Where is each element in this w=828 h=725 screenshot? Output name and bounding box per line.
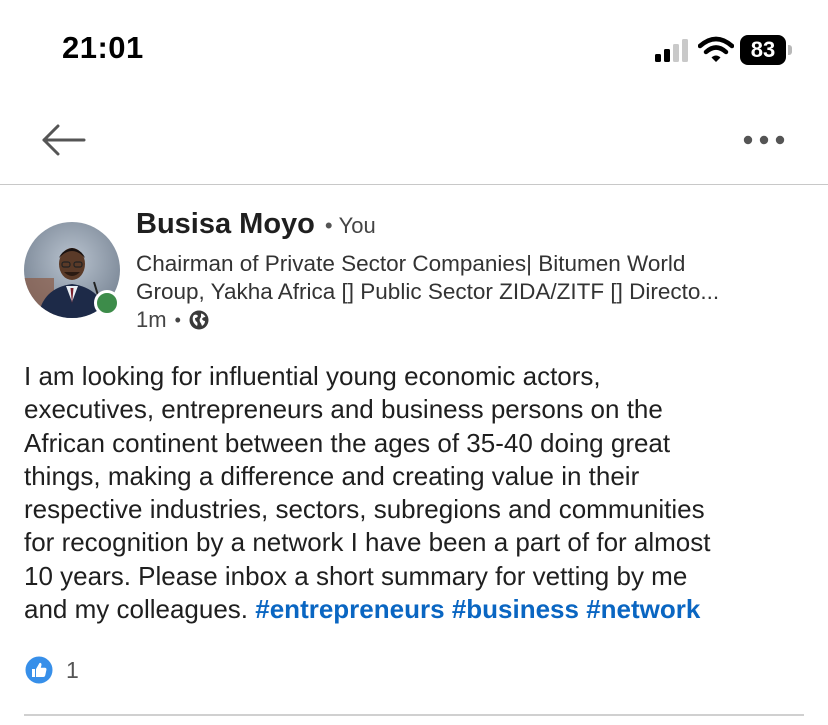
body-line: for recognition by a network I have been… [24, 527, 711, 558]
more-options-button[interactable] [738, 122, 790, 158]
arrow-left-icon [42, 124, 86, 156]
author-name[interactable]: Busisa Moyo [136, 208, 315, 240]
body-line: respective industries, sectors, subregio… [24, 494, 705, 525]
author-avatar-wrap [24, 222, 120, 318]
wifi-icon [698, 36, 734, 62]
hashtag-business[interactable]: #business [452, 594, 579, 624]
cellular-signal-icon [655, 39, 688, 62]
reaction-count: 1 [66, 656, 79, 683]
body-line: executives, entrepreneurs and business p… [24, 394, 663, 425]
online-status-indicator [94, 290, 120, 316]
reactions-summary[interactable]: 1 [24, 652, 79, 688]
battery-indicator: 83 [740, 35, 792, 65]
headline-line: Group, Yakha Africa [] Public Sector ZID… [136, 279, 720, 304]
status-time: 21:01 [62, 30, 144, 65]
meta-separator: • [174, 309, 181, 330]
post-body: I am looking for influential young econo… [24, 360, 814, 626]
relation-tag: You [338, 213, 376, 238]
globe-icon [189, 310, 209, 330]
body-line: things, making a difference and creating… [24, 460, 640, 491]
divider [24, 714, 804, 716]
hashtag-network[interactable]: #network [586, 594, 700, 624]
back-button[interactable] [36, 120, 88, 160]
more-horizontal-icon [743, 135, 785, 145]
body-line: African continent between the ages of 35… [24, 427, 671, 458]
post-time: 1m [136, 307, 167, 332]
body-last-text: and my colleagues. [24, 594, 249, 625]
post-meta: 1m • [136, 306, 209, 334]
name-separator: • [324, 213, 333, 238]
author-line: Busisa Moyo • You [136, 208, 376, 241]
body-line: I am looking for influential young econo… [24, 361, 601, 391]
battery-level: 83 [750, 37, 776, 62]
hashtag-entrepreneurs[interactable]: #entrepreneurs [255, 594, 444, 624]
body-line: 10 years. Please inbox a short summary f… [24, 560, 688, 591]
author-headline: Chairman of Private Sector Companies| Bi… [136, 250, 806, 306]
headline-line: Chairman of Private Sector Companies| Bi… [136, 251, 686, 276]
nav-bar [0, 100, 828, 185]
status-bar: 21:01 83 [0, 0, 828, 100]
body-line-last: and my colleagues. #entrepreneurs #busin… [24, 593, 814, 626]
like-icon [24, 655, 54, 685]
battery-tip [788, 45, 792, 55]
